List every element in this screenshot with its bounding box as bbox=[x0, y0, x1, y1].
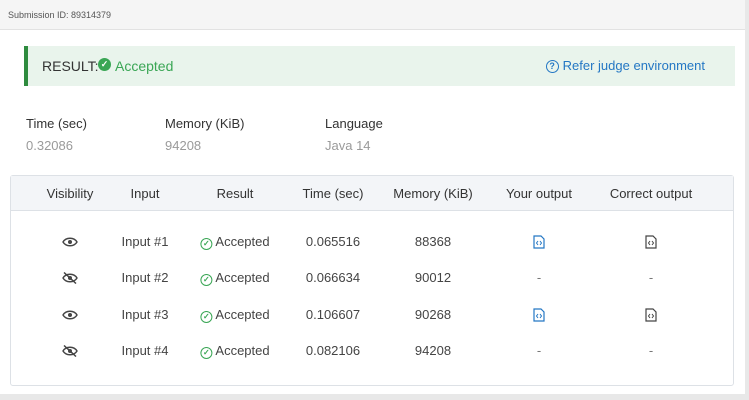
stat-language: Language Java 14 bbox=[325, 116, 383, 153]
row-memory: 88368 bbox=[414, 234, 452, 249]
row-memory: 94208 bbox=[414, 343, 452, 358]
result-banner: RESULT: ✓ Accepted ? Refer judge environm… bbox=[24, 46, 735, 86]
check-circle-icon: ✓ bbox=[98, 58, 111, 71]
result-status: Accepted bbox=[115, 58, 174, 74]
row-time: 0.082106 bbox=[305, 343, 361, 358]
row-input-label: Input #3 bbox=[121, 307, 169, 322]
row-input-label: Input #2 bbox=[121, 270, 169, 285]
header-your-output: Your output bbox=[505, 186, 573, 201]
eye-icon[interactable] bbox=[62, 236, 78, 251]
correct-output-file-icon[interactable] bbox=[645, 235, 657, 252]
your-output-empty: - bbox=[536, 270, 542, 285]
check-circle-icon: ✓ bbox=[200, 311, 213, 323]
stat-language-value: Java 14 bbox=[325, 138, 371, 153]
eye-icon[interactable] bbox=[62, 309, 78, 324]
row-input-label: Input #4 bbox=[121, 343, 169, 358]
judge-environment-link[interactable]: ? Refer judge environment bbox=[545, 58, 705, 73]
row-memory: 90268 bbox=[414, 307, 452, 322]
header-time: Time (sec) bbox=[302, 186, 364, 201]
stat-memory: Memory (KiB) 94208 bbox=[165, 116, 244, 153]
your-output-file-icon[interactable] bbox=[533, 235, 545, 252]
bottom-edge bbox=[0, 394, 749, 400]
stat-time-label: Time (sec) bbox=[26, 116, 87, 131]
your-output-file-icon[interactable] bbox=[533, 308, 545, 325]
correct-output-file-icon[interactable] bbox=[645, 308, 657, 325]
row-result-label: Accepted bbox=[215, 307, 270, 322]
header-result: Result bbox=[216, 186, 254, 201]
table-header: Visibility Input Result Time (sec) Memor… bbox=[11, 176, 733, 211]
check-circle-icon: ✓ bbox=[200, 238, 213, 250]
row-result-label: Accepted bbox=[215, 343, 270, 358]
check-circle-icon: ✓ bbox=[200, 274, 213, 286]
judge-environment-label: Refer judge environment bbox=[562, 58, 705, 73]
header-visibility: Visibility bbox=[46, 186, 94, 201]
check-circle-icon: ✓ bbox=[200, 347, 213, 359]
header-memory: Memory (KiB) bbox=[393, 186, 473, 201]
results-table: Visibility Input Result Time (sec) Memor… bbox=[10, 175, 734, 386]
header-input: Input bbox=[130, 186, 160, 201]
eye-off-icon[interactable] bbox=[62, 271, 78, 287]
result-label: RESULT: bbox=[42, 58, 99, 74]
stat-time-value: 0.32086 bbox=[26, 138, 73, 153]
row-time: 0.106607 bbox=[305, 307, 361, 322]
your-output-empty: - bbox=[536, 343, 542, 358]
correct-output-empty: - bbox=[648, 270, 654, 285]
top-bar: Submission ID: 89314379 bbox=[0, 0, 745, 30]
row-result: ✓ Accepted bbox=[200, 343, 270, 359]
stat-time: Time (sec) 0.32086 bbox=[26, 116, 87, 153]
stat-memory-value: 94208 bbox=[165, 138, 202, 153]
row-time: 0.066634 bbox=[305, 270, 361, 285]
correct-output-empty: - bbox=[648, 343, 654, 358]
row-memory: 90012 bbox=[414, 270, 452, 285]
eye-off-icon[interactable] bbox=[62, 344, 78, 360]
scroll-edge bbox=[745, 0, 749, 400]
question-circle-icon: ? bbox=[545, 60, 559, 73]
row-input-label: Input #1 bbox=[121, 234, 169, 249]
row-result-label: Accepted bbox=[215, 234, 270, 249]
stat-language-label: Language bbox=[325, 116, 383, 131]
row-time: 0.065516 bbox=[305, 234, 361, 249]
row-result: ✓ Accepted bbox=[200, 234, 270, 250]
stat-memory-label: Memory (KiB) bbox=[165, 116, 245, 131]
row-result: ✓ Accepted bbox=[200, 307, 270, 323]
row-result-label: Accepted bbox=[215, 270, 270, 285]
header-correct-output: Correct output bbox=[609, 186, 693, 201]
submission-id: Submission ID: 89314379 bbox=[8, 10, 112, 20]
row-result: ✓ Accepted bbox=[200, 270, 270, 286]
